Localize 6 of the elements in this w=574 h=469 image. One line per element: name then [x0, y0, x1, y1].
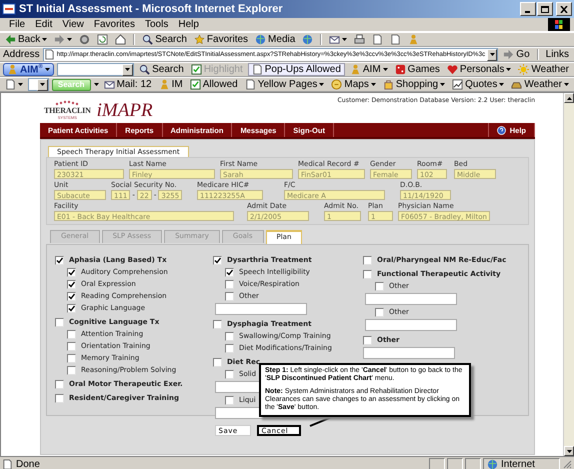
zone-text: Internet	[501, 458, 535, 469]
window-title: ST Initial Assessment - Microsoft Internet Explorer	[19, 3, 284, 15]
logo-text: THERACLIN	[44, 106, 91, 115]
address-label: Address	[3, 49, 40, 60]
logo-text: iMAPR	[96, 101, 153, 120]
status-text: Done	[16, 458, 40, 469]
